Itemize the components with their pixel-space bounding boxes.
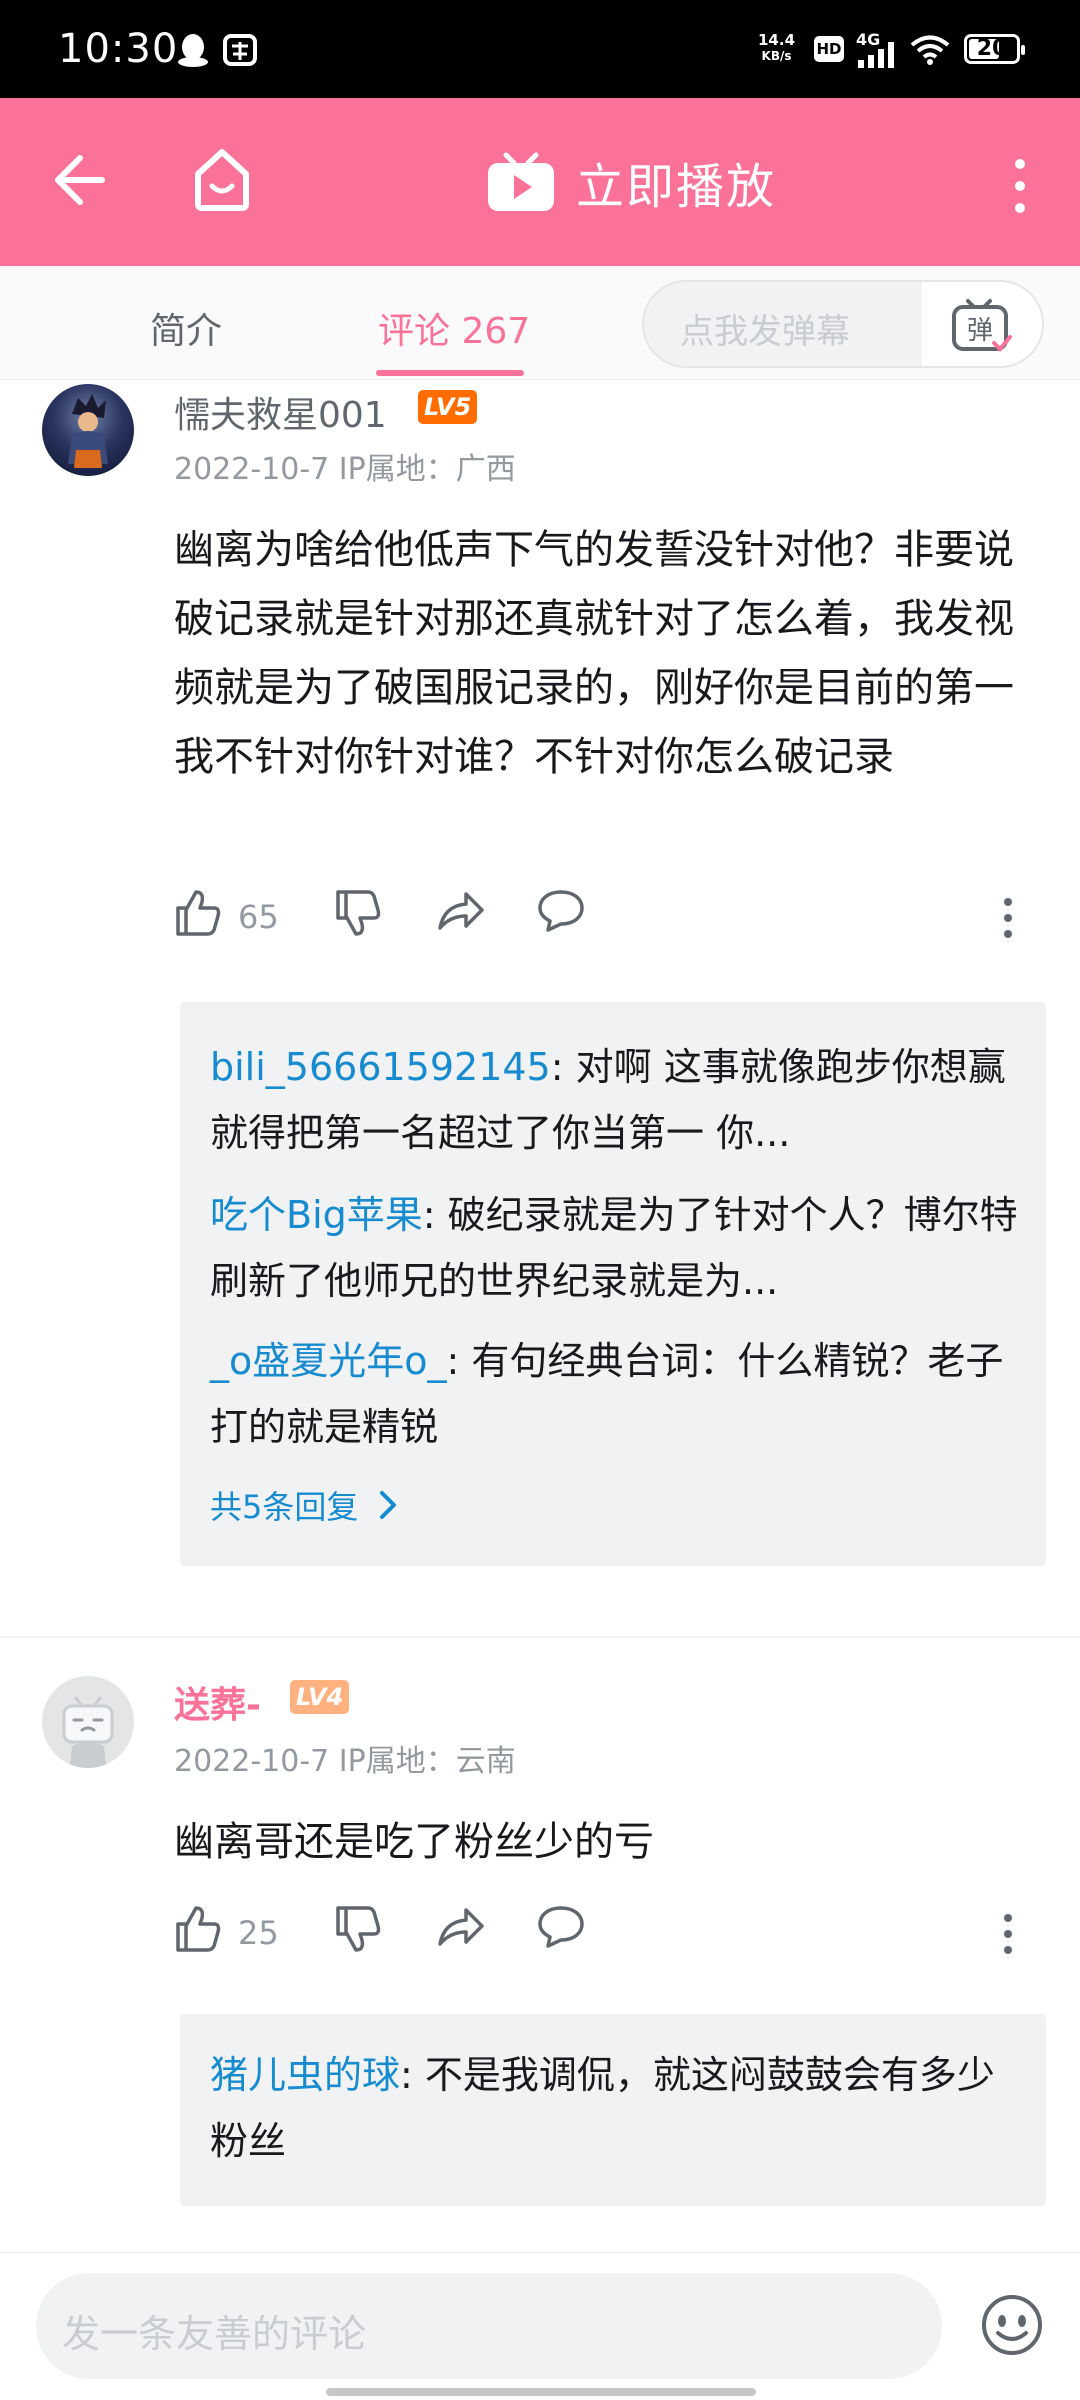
reply-username[interactable]: 猪儿虫的球 (210, 2053, 400, 2097)
danmu-input[interactable]: 点我发弹幕 弹 (642, 280, 1044, 368)
comment-username[interactable]: 懦夫救星001 (174, 386, 387, 438)
danmu-placeholder: 点我发弹幕 (680, 312, 850, 352)
reply-item[interactable]: 猪儿虫的球: 不是我调侃，就这闷鼓鼓会有多少粉丝 (210, 2042, 1030, 2174)
comment-actions: 65 (174, 888, 1014, 944)
avatar-figure (68, 394, 108, 468)
tab-bar: 简介 评论 267 点我发弹幕 弹 (0, 266, 1080, 380)
avatar[interactable] (42, 384, 134, 476)
view-all-replies-link[interactable]: 共5条回复 (210, 1482, 402, 1528)
reply-username[interactable]: 吃个Big苹果 (210, 1193, 423, 1237)
comment-meta: 2022-10-7 IP属地：云南 (174, 1744, 516, 1779)
reply-item[interactable]: 吃个Big苹果: 破纪录就是为了针对个人？博尔特刷新了他师兄的世界纪录就是为..… (210, 1182, 1030, 1314)
signal-icon (858, 42, 894, 68)
share-icon[interactable] (436, 1904, 486, 1950)
comment-composer: 发一条友善的评论 (0, 2252, 1080, 2400)
comment-input[interactable]: 发一条友善的评论 (36, 2273, 942, 2379)
play-now-label: 立即播放 (576, 159, 777, 215)
like-icon[interactable] (174, 888, 222, 938)
active-tab-indicator (376, 370, 524, 376)
comment-text: 幽离为啥给他低声下气的发誓没针对他？非要说破记录就是针对那还真就针对了怎么着，我… (174, 527, 1014, 780)
comment-more-icon[interactable] (1002, 1912, 1014, 1956)
share-icon[interactable] (436, 888, 486, 934)
default-avatar-icon (62, 1696, 114, 1768)
reply-icon[interactable] (536, 1904, 586, 1950)
like-count: 65 (238, 898, 279, 936)
danmu-icon-label: 弹 (967, 316, 993, 346)
status-bar: 10:30 14.4 KB/s HD 4G 20 (0, 0, 1080, 98)
level-badge: LV4 (290, 1680, 350, 1714)
comment-more-icon[interactable] (1002, 896, 1014, 940)
danmu-toggle-button[interactable]: 弹 (922, 282, 1042, 366)
dislike-icon[interactable] (334, 1904, 382, 1954)
tv-play-icon (488, 152, 554, 211)
video-top-bar: 立即播放 (0, 98, 1080, 266)
wifi-icon (910, 35, 950, 65)
comment-text: 幽离哥还是吃了粉丝少的亏 (174, 1819, 654, 1865)
avatar[interactable] (42, 1676, 134, 1768)
dislike-icon[interactable] (334, 888, 382, 938)
more-options-icon[interactable] (1010, 158, 1030, 214)
replies-preview[interactable]: 猪儿虫的球: 不是我调侃，就这闷鼓鼓会有多少粉丝 (180, 2014, 1046, 2206)
app-notification-icon (223, 34, 257, 66)
emoji-icon[interactable] (980, 2293, 1044, 2357)
danmu-icon: 弹 (952, 299, 1012, 352)
reply-username[interactable]: _o盛夏光年o_ (210, 1339, 447, 1383)
level-badge: LV5 (418, 390, 478, 424)
replies-preview[interactable]: bili_56661592145: 对啊 这事就像跑步你想赢就得把第一名超过了你… (180, 1002, 1046, 1566)
chevron-right-icon (380, 1491, 397, 1519)
tab-intro[interactable]: 简介 (150, 302, 222, 354)
reply-icon[interactable] (536, 888, 586, 934)
reply-item[interactable]: bili_56661592145: 对啊 这事就像跑步你想赢就得把第一名超过了你… (210, 1034, 1030, 1166)
comment-input-placeholder: 发一条友善的评论 (62, 2312, 367, 2356)
tab-comments[interactable]: 评论 267 (378, 302, 530, 354)
comment-meta: 2022-10-7 IP属地：广西 (174, 452, 516, 487)
hd-badge: HD (814, 36, 844, 62)
view-all-replies-label: 共5条回复 (210, 1488, 359, 1526)
qq-notification-icon (178, 34, 208, 67)
back-arrow-icon[interactable] (52, 150, 108, 210)
battery-icon: 20 (964, 34, 1025, 64)
home-icon[interactable] (192, 146, 252, 212)
comment-username[interactable]: 送葬- (174, 1676, 261, 1728)
net-speed: 14.4 KB/s (758, 31, 796, 63)
play-now-button[interactable]: 立即播放 (486, 150, 777, 215)
reply-item[interactable]: _o盛夏光年o_: 有句经典台词：什么精锐？老子打的就是精锐 (210, 1328, 1030, 1460)
like-icon[interactable] (174, 1904, 222, 1954)
gesture-home-bar[interactable] (326, 2388, 756, 2396)
comment-divider (0, 1636, 1080, 1638)
clock: 10:30 (58, 26, 179, 72)
comment-actions: 25 (174, 1904, 1014, 1960)
like-count: 25 (238, 1914, 279, 1952)
reply-username[interactable]: bili_56661592145 (210, 1045, 551, 1089)
